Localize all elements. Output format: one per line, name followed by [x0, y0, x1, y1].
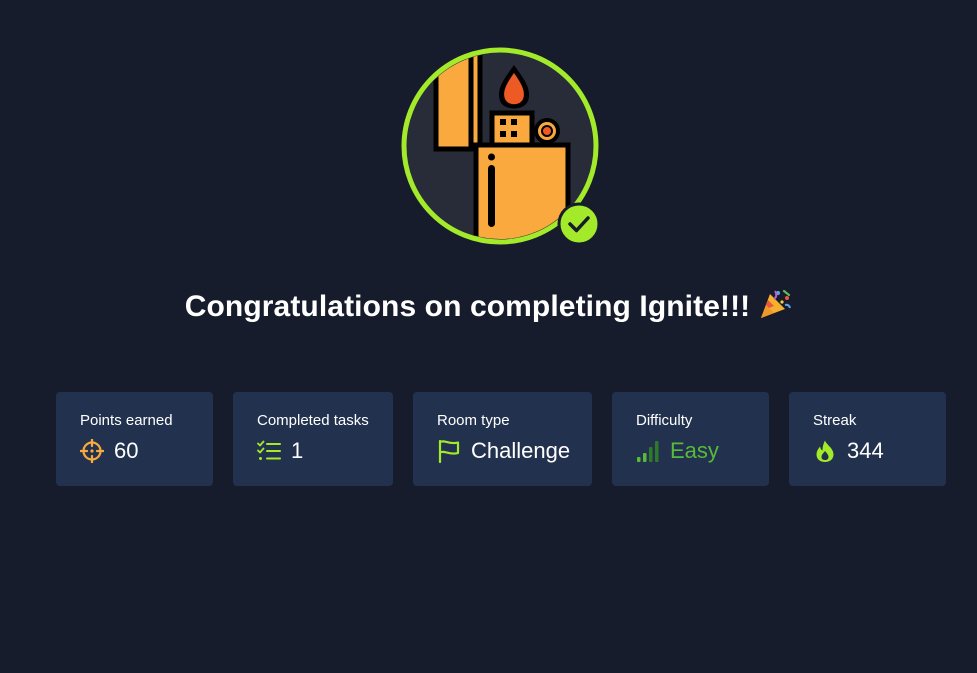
completed-tasks-label: Completed tasks	[257, 412, 369, 429]
completed-check-icon	[557, 202, 601, 246]
difficulty-card: Difficulty Easy	[612, 392, 769, 486]
points-earned-value-row: 60	[80, 438, 213, 464]
points-earned-label: Points earned	[80, 412, 173, 429]
streak-value: 344	[847, 438, 884, 463]
difficulty-label: Difficulty	[636, 412, 693, 429]
completed-tasks-value-row: 1	[257, 438, 393, 464]
room-completion-page: Congratulations on completing Ignite!!! …	[0, 0, 977, 673]
streak-value-row: 344	[813, 438, 946, 464]
completion-title-text: Congratulations on completing Ignite!!!	[184, 290, 751, 323]
party-popper-icon	[758, 288, 792, 328]
room-type-value-row: Challenge	[437, 438, 592, 464]
difficulty-value-row: Easy	[636, 438, 769, 464]
streak-label: Streak	[813, 412, 857, 429]
checklist-icon	[257, 439, 281, 463]
points-earned-card: Points earned 60	[56, 392, 213, 486]
signal-bars-icon	[636, 439, 660, 463]
room-badge	[400, 45, 602, 247]
room-type-value: Challenge	[471, 438, 571, 463]
room-type-label: Room type	[437, 412, 510, 429]
completed-tasks-card: Completed tasks 1	[233, 392, 393, 486]
difficulty-value: Easy	[670, 438, 719, 463]
completed-tasks-value: 1	[291, 438, 304, 463]
streak-card: Streak 344	[789, 392, 946, 486]
points-earned-value: 60	[114, 438, 139, 463]
flag-icon	[437, 439, 461, 463]
crosshair-icon	[80, 439, 104, 463]
flame-icon	[813, 439, 837, 463]
completion-title: Congratulations on completing Ignite!!!	[0, 288, 977, 328]
room-type-card: Room type Challenge	[413, 392, 592, 486]
